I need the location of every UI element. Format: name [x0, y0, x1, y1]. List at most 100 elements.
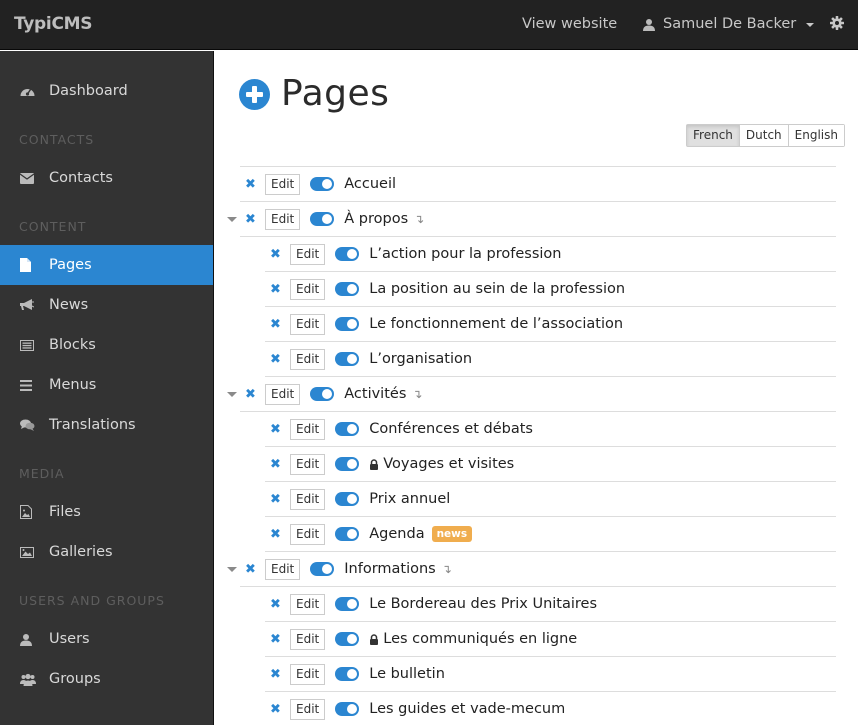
edit-button[interactable]: Edit [265, 558, 301, 580]
collapse-toggle-icon[interactable] [227, 567, 237, 572]
edit-button[interactable]: Edit [290, 313, 326, 335]
page-title-cell[interactable]: Voyages et visites [369, 456, 514, 472]
edit-button[interactable]: Edit [290, 663, 326, 685]
page-title-cell[interactable]: Informations ↴ [344, 561, 452, 577]
edit-button[interactable]: Edit [290, 348, 326, 370]
page-row[interactable]: ✖ Edit L’action pour la profession [265, 237, 836, 272]
sidebar-item-groups[interactable]: Groups [0, 659, 213, 699]
page-row[interactable]: ✖ Edit Activités ↴ [227, 377, 836, 412]
lang-dutch-button[interactable]: Dutch [738, 125, 788, 146]
delete-button[interactable]: ✖ [270, 667, 290, 682]
sidebar-item-users[interactable]: Users [0, 619, 213, 659]
page-title-cell[interactable]: Les guides et vade-mecum [369, 701, 565, 717]
user-menu[interactable]: Samuel De Backer [643, 16, 815, 32]
edit-button[interactable]: Edit [290, 593, 326, 615]
page-title-cell[interactable]: À propos ↴ [344, 211, 424, 227]
online-toggle[interactable] [335, 317, 360, 331]
edit-button[interactable]: Edit [290, 243, 326, 265]
page-row[interactable]: ✖ Edit À propos ↴ [227, 202, 836, 237]
delete-button[interactable]: ✖ [270, 597, 290, 612]
online-toggle[interactable] [335, 247, 360, 261]
online-toggle[interactable] [335, 352, 360, 366]
page-row[interactable]: ✖ Edit Les communiqués en ligne [265, 622, 836, 657]
sidebar-item-contacts[interactable]: Contacts [0, 158, 213, 198]
page-row[interactable]: ✖ Edit Informations ↴ [227, 552, 836, 587]
page-title-cell[interactable]: Le Bordereau des Prix Unitaires [369, 596, 597, 612]
sidebar-item-pages[interactable]: Pages [0, 245, 213, 285]
delete-button[interactable]: ✖ [270, 282, 290, 297]
sidebar-item-news[interactable]: News [0, 285, 213, 325]
page-title-cell[interactable]: La position au sein de la profession [369, 281, 625, 297]
online-toggle[interactable] [335, 422, 360, 436]
delete-button[interactable]: ✖ [270, 457, 290, 472]
delete-button[interactable]: ✖ [270, 527, 290, 542]
page-row[interactable]: ✖ Edit Les guides et vade-mecum [265, 692, 836, 725]
delete-button[interactable]: ✖ [270, 702, 290, 717]
delete-button[interactable]: ✖ [245, 212, 265, 227]
page-title-cell[interactable]: Conférences et débats [369, 421, 533, 437]
sidebar-item-menus[interactable]: Menus [0, 365, 213, 405]
page-title-cell[interactable]: Prix annuel [369, 491, 450, 507]
page-row[interactable]: ✖ Edit La position au sein de la professio… [265, 272, 836, 307]
edit-button[interactable]: Edit [265, 383, 301, 405]
page-title-cell[interactable]: Le bulletin [369, 666, 445, 682]
sidebar-item-galleries[interactable]: Galleries [0, 532, 213, 572]
page-title-cell[interactable]: L’organisation [369, 351, 472, 367]
sidebar-item-translations[interactable]: Translations [0, 405, 213, 445]
online-toggle[interactable] [335, 632, 360, 646]
page-title-cell[interactable]: Les communiqués en ligne [369, 631, 577, 647]
page-row[interactable]: ✖ Edit Le Bordereau des Prix Unitaires [265, 587, 836, 622]
page-row[interactable]: ✖ Edit Le fonctionnement de l’association [265, 307, 836, 342]
online-toggle[interactable] [310, 212, 335, 226]
delete-button[interactable]: ✖ [270, 492, 290, 507]
lang-french-button[interactable]: French [687, 125, 739, 146]
online-toggle[interactable] [335, 702, 360, 716]
online-toggle[interactable] [310, 562, 335, 576]
edit-button[interactable]: Edit [290, 628, 326, 650]
online-toggle[interactable] [310, 177, 335, 191]
online-toggle[interactable] [335, 457, 360, 471]
page-title-cell[interactable]: Le fonctionnement de l’association [369, 316, 623, 332]
page-row[interactable]: ✖ Edit Accueil [240, 167, 836, 202]
edit-button[interactable]: Edit [290, 698, 326, 720]
online-toggle[interactable] [335, 282, 360, 296]
settings-button[interactable] [830, 15, 844, 34]
delete-button[interactable]: ✖ [270, 352, 290, 367]
delete-button[interactable]: ✖ [245, 562, 265, 577]
edit-button[interactable]: Edit [290, 453, 326, 475]
brand-logo[interactable]: TypiCMS [14, 14, 93, 34]
lang-english-button[interactable]: English [787, 125, 844, 146]
delete-button[interactable]: ✖ [245, 177, 265, 192]
online-toggle[interactable] [335, 492, 360, 506]
page-row[interactable]: ✖ Edit Agenda news [265, 517, 836, 552]
edit-button[interactable]: Edit [265, 173, 301, 195]
page-title-cell[interactable]: Activités ↴ [344, 386, 422, 402]
delete-button[interactable]: ✖ [270, 422, 290, 437]
online-toggle[interactable] [335, 527, 360, 541]
page-title-cell[interactable]: L’action pour la profession [369, 246, 561, 262]
edit-button[interactable]: Edit [290, 523, 326, 545]
delete-button[interactable]: ✖ [270, 317, 290, 332]
page-title-cell[interactable]: Agenda news [369, 525, 473, 543]
add-page-button[interactable] [239, 78, 270, 110]
page-row[interactable]: ✖ Edit Prix annuel [265, 482, 836, 517]
view-website-link[interactable]: View website [522, 16, 617, 32]
page-row[interactable]: ✖ Edit Le bulletin [265, 657, 836, 692]
edit-button[interactable]: Edit [265, 208, 301, 230]
page-row[interactable]: ✖ Edit Voyages et visites [265, 447, 836, 482]
delete-button[interactable]: ✖ [270, 247, 290, 262]
page-title-cell[interactable]: Accueil [344, 176, 396, 192]
delete-button[interactable]: ✖ [245, 387, 265, 402]
collapse-toggle-icon[interactable] [227, 217, 237, 222]
online-toggle[interactable] [310, 387, 335, 401]
edit-button[interactable]: Edit [290, 418, 326, 440]
sidebar-item-blocks[interactable]: Blocks [0, 325, 213, 365]
online-toggle[interactable] [335, 667, 360, 681]
sidebar-item-dashboard[interactable]: Dashboard [0, 71, 213, 111]
edit-button[interactable]: Edit [290, 278, 326, 300]
page-row[interactable]: ✖ Edit Conférences et débats [265, 412, 836, 447]
edit-button[interactable]: Edit [290, 488, 326, 510]
sidebar-item-files[interactable]: Files [0, 492, 213, 532]
online-toggle[interactable] [335, 597, 360, 611]
collapse-toggle-icon[interactable] [227, 392, 237, 397]
